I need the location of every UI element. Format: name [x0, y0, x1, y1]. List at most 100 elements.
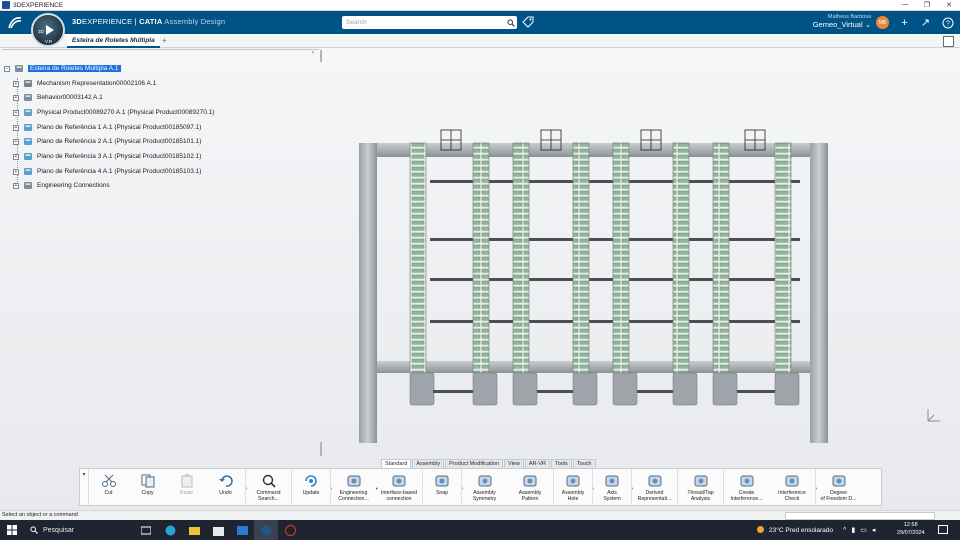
roller-lanes[interactable] — [409, 142, 792, 374]
update-button[interactable]: Update ▾ — [291, 469, 332, 505]
degree-of-freedom-button[interactable]: Degree of Freedom D... — [815, 469, 861, 505]
tree-item[interactable]: + Engineering Connections — [13, 180, 110, 191]
bottom-rail[interactable] — [377, 361, 810, 373]
tree-expand-toggle[interactable]: + — [13, 138, 19, 145]
assembly-hole-button[interactable]: Assembly Hole ▾ — [553, 469, 594, 505]
dassault-logo-icon[interactable] — [0, 11, 30, 34]
add-icon[interactable]: + — [898, 16, 911, 29]
derived-representation-button[interactable]: Derived Representati... — [631, 469, 677, 505]
app-taskbar-icon[interactable] — [278, 520, 302, 540]
tree-item[interactable]: + Plano de Referência 3 A.1 (Physical Pro… — [13, 151, 201, 162]
tool-label: Engineering Connection... — [338, 490, 369, 502]
tree-item[interactable]: + Plano de Referência 1 A.1 (Physical Pro… — [13, 122, 201, 133]
tree-expand-toggle[interactable]: + — [13, 124, 19, 131]
network-icon[interactable]: ▭ — [860, 526, 867, 534]
tool-label: Cut — [104, 490, 113, 496]
scissors-button[interactable]: Cut — [89, 469, 128, 505]
tree-collapse-toggle[interactable]: − — [4, 65, 10, 72]
help-icon[interactable]: ? — [941, 16, 954, 29]
tree-splitter[interactable] — [320, 50, 322, 62]
tray-chevron-icon[interactable]: ^ — [843, 527, 846, 534]
top-bar: 3DEXPERIENCE | CATIA Assembly Design Sea… — [0, 11, 960, 34]
tree-splitter-bottom[interactable] — [320, 442, 322, 456]
share-icon[interactable]: ↗ — [919, 16, 932, 29]
tree-expand-toggle[interactable]: + — [13, 80, 19, 87]
tree-expand-toggle[interactable]: + — [13, 182, 19, 189]
tree-expand-toggle[interactable]: + — [13, 109, 19, 116]
mail-icon[interactable] — [230, 520, 254, 540]
tag-icon[interactable] — [522, 16, 534, 28]
section-tab[interactable]: AR-VR — [524, 459, 550, 468]
windows-start-icon[interactable] — [0, 520, 24, 540]
tree-item[interactable]: + Physical Product00089270 A.1 (Physical … — [13, 107, 214, 118]
3dexperience-taskbar-icon[interactable] — [254, 520, 278, 540]
section-tab[interactable]: Touch — [572, 459, 596, 468]
add-tab-button[interactable]: + — [162, 36, 167, 45]
axis-triad-icon[interactable] — [920, 403, 944, 427]
fullscreen-icon[interactable] — [943, 36, 954, 47]
weather-text[interactable]: 23°C Pred ensolarado — [769, 527, 833, 534]
assembly-pattern-button[interactable]: Assembly Pattern — [507, 469, 553, 505]
compass-widget[interactable]: 3D V.R — [31, 13, 65, 47]
undo-button[interactable]: Undo ▾ — [206, 469, 247, 505]
interference-check-button[interactable]: Interference Check ▾ — [769, 469, 817, 505]
right-post[interactable] — [810, 143, 828, 443]
volume-icon[interactable]: ◂ — [872, 526, 876, 534]
command-search-button[interactable]: Command Search... — [245, 469, 291, 505]
tree-expand-toggle[interactable]: + — [13, 168, 19, 175]
section-tab[interactable]: View — [504, 459, 524, 468]
edge-icon[interactable] — [158, 520, 182, 540]
play-icon[interactable] — [46, 25, 54, 35]
file-explorer-icon[interactable] — [182, 520, 206, 540]
thread-tap-button[interactable]: Thread/Tap Analysis — [677, 469, 723, 505]
tree-expand-toggle[interactable]: + — [13, 153, 19, 160]
left-post[interactable] — [359, 143, 377, 443]
section-tab[interactable]: Product Modification — [445, 459, 504, 468]
tree-item[interactable]: + Behavior00003142 A.1 — [13, 92, 103, 103]
tree-item[interactable]: + Plano de Referência 2 A.1 (Physical Pro… — [13, 136, 201, 147]
axis-system-button[interactable]: Axis System ▾ — [592, 469, 633, 505]
close-button[interactable]: ✕ — [938, 1, 960, 9]
restore-button[interactable]: ❐ — [916, 1, 938, 9]
tree-item[interactable]: − Esteira de Roletes Múltipla A.1 — [4, 63, 121, 74]
copy-button[interactable]: Copy — [128, 469, 167, 505]
bottom-supports[interactable] — [409, 372, 800, 406]
power-input-field[interactable] — [785, 512, 935, 520]
notifications-icon[interactable] — [938, 525, 948, 534]
create-interference-button[interactable]: Create Interference... — [723, 469, 769, 505]
workspace[interactable]: ‹ − Esteira de Roletes Múltipla A.1 + Mecha… — [0, 48, 960, 510]
task-view-icon[interactable] — [134, 520, 158, 540]
section-tab[interactable]: Standard — [381, 459, 412, 468]
user-info[interactable]: Matheus Barbosa Gemeo_Virtual ⌄ — [802, 14, 871, 29]
taskbar-search[interactable]: Pesquisar — [24, 520, 144, 540]
tree-item[interactable]: + Mechanism Representation00002106 A.1 — [13, 78, 156, 89]
section-tab[interactable]: Tools — [550, 459, 572, 468]
search-box[interactable]: Search — [342, 16, 517, 29]
taskbar-clock[interactable]: 12:58 29/07/2024 — [897, 521, 925, 537]
assembly-symmetry-button[interactable]: Assembly Symmetry — [461, 469, 507, 505]
conveyor-model[interactable] — [355, 88, 835, 443]
minimize-button[interactable]: — — [894, 1, 916, 9]
tool-label: Undo — [219, 490, 232, 496]
snap-button[interactable]: Snap ▾ — [422, 469, 463, 505]
section-tab[interactable]: Assembly — [412, 459, 445, 468]
search-input[interactable]: Search — [342, 19, 505, 26]
weather-icon[interactable] — [756, 525, 765, 536]
tool-label: Interface-based connection — [380, 490, 418, 502]
interface-connection-button[interactable]: Interface-based connection — [376, 469, 422, 505]
tree-item[interactable]: + Plano de Referência 4 A.1 (Physical Pro… — [13, 166, 201, 177]
tree-expand-toggle[interactable]: + — [13, 94, 19, 101]
microphone-icon[interactable]: ▮ — [851, 526, 855, 534]
store-icon[interactable] — [206, 520, 230, 540]
user-collab-space[interactable]: Gemeo_Virtual ⌄ — [802, 20, 871, 29]
action-bar-more-button[interactable]: ▾ — [80, 469, 89, 505]
mechanism-icon — [23, 79, 33, 88]
search-icon[interactable] — [505, 16, 517, 29]
tab-active-document[interactable]: Esteira de Roletes Múltipla — [67, 34, 160, 48]
app-icon — [2, 1, 10, 9]
avatar[interactable]: MB — [876, 16, 889, 29]
status-bar: Select an object or a command — [0, 510, 960, 520]
tree-collapse-button[interactable]: ‹ — [312, 50, 314, 56]
engineering-connection-button[interactable]: Engineering Connection... ▾ — [330, 469, 378, 505]
3d-viewport[interactable] — [355, 88, 835, 443]
